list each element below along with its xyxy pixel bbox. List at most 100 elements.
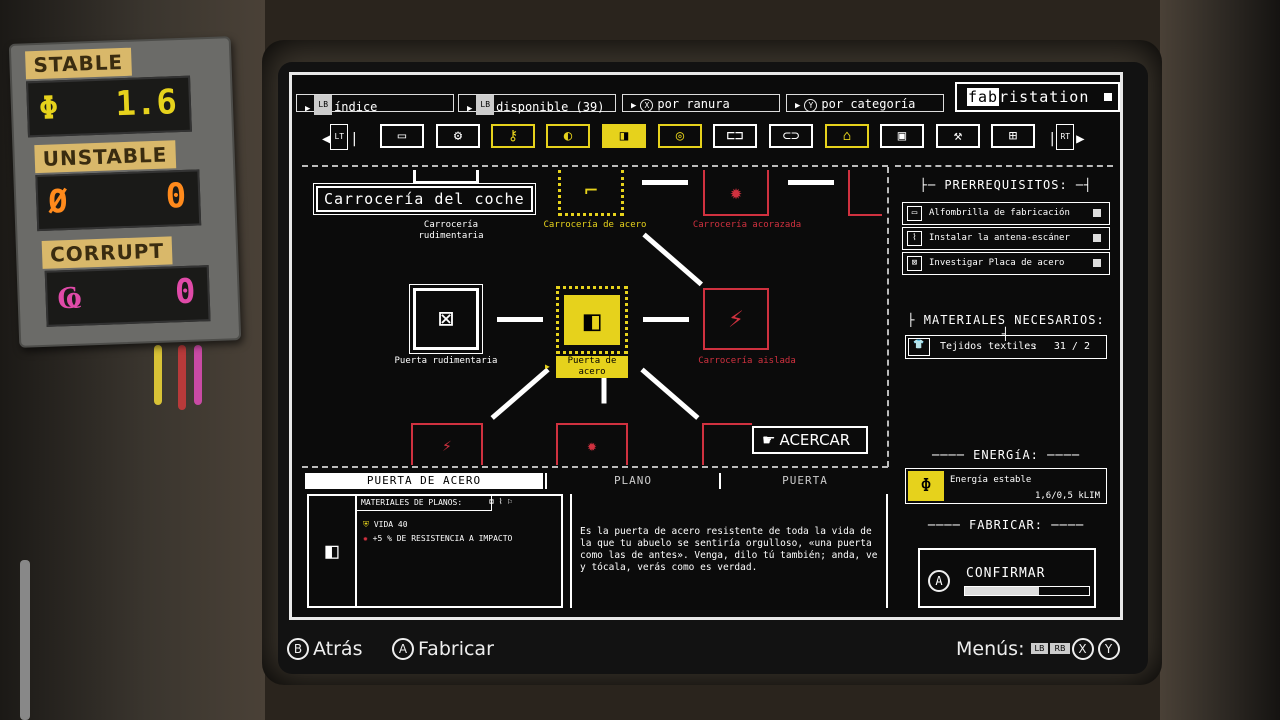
category-battery[interactable]: ▭	[380, 124, 424, 148]
node-label: Puerta rudimentaria	[394, 356, 498, 366]
cable-red	[178, 345, 186, 410]
unstable-display: Ø 0	[35, 169, 202, 232]
node-carroceria-acorazada[interactable]: ✹	[703, 170, 769, 216]
x-button-icon: X	[640, 99, 654, 112]
category-gear[interactable]: ⚙	[436, 124, 480, 148]
node-lower-1[interactable]: ⚡	[411, 423, 483, 465]
material-sep: :	[1032, 341, 1039, 352]
category-tool[interactable]: ⚒	[936, 124, 980, 148]
tree-link	[497, 317, 543, 322]
corrupt-icon: Ҩ	[56, 277, 82, 317]
node-lower-3[interactable]	[702, 423, 752, 465]
checkbox-icon	[1093, 259, 1101, 267]
prereq-item[interactable]: ⊠ Investigar Placa de acero	[902, 252, 1110, 275]
prereq-title: ├─ PRERREQUISITOS: ─┤	[919, 178, 1093, 192]
divider	[887, 167, 889, 467]
gear-icon: ✹	[587, 435, 597, 455]
category-car-side[interactable]: ⊂⊃	[769, 124, 813, 148]
prereq-item[interactable]: ▭ Alfombrilla de fabricación	[902, 202, 1110, 225]
antenna-icon: ⌇	[907, 231, 922, 246]
tree-link	[642, 180, 688, 185]
plate-icon: ⊠	[907, 256, 922, 271]
play-icon: ▶	[305, 104, 311, 114]
category-door[interactable]: ◨	[602, 124, 646, 148]
tab-indice[interactable]: ▶ LB índice	[296, 94, 454, 115]
detail-tab-name[interactable]: PUERTA DE ACERO	[305, 473, 543, 489]
node-label: Carrocería rudimentaria	[418, 220, 484, 241]
gear-icon: ⚙	[453, 128, 463, 144]
door-icon: ◧	[325, 538, 339, 564]
lt-bumper-icon[interactable]: ◀ LT |	[322, 124, 359, 150]
b-button-icon: B	[287, 638, 309, 660]
tab-disponible[interactable]: ▶ LB disponible (39)	[458, 94, 616, 115]
node-carroceria-aislada[interactable]: ⚡	[703, 288, 769, 350]
stat-resistance: ✹ +5 % DE RESISTENCIA A IMPACTO	[363, 534, 513, 543]
checkbox-icon	[1093, 209, 1101, 217]
tab-por-ranura[interactable]: ▶ Xpor ranura	[622, 94, 780, 112]
hint-menus[interactable]: Menús: LB RB X Y	[956, 638, 1124, 660]
hand-icon: ☛	[762, 431, 776, 449]
tab-por-categoria[interactable]: ▶ Ypor categoría	[786, 94, 944, 112]
node-carroceria-rudimentaria[interactable]	[413, 170, 479, 184]
tire-icon: ◎	[675, 128, 685, 144]
stable-value: 1.6	[114, 82, 178, 125]
materials-label: MATERIALES DE PLANOS:	[357, 496, 492, 511]
checkbox-icon	[1093, 234, 1101, 242]
confirm-label: CONFIRMAR	[966, 566, 1046, 581]
category-car-front[interactable]: ⊏⊐	[713, 124, 757, 148]
confirm-button[interactable]: A CONFIRMAR	[918, 548, 1096, 608]
category-car-roof[interactable]: ⌂	[825, 124, 869, 148]
node-offscreen[interactable]	[848, 170, 882, 216]
zoom-label: ACERCAR	[779, 431, 851, 449]
unstable-icon: Ø	[47, 182, 69, 221]
tooltip-category: Carrocería del coche	[313, 183, 536, 215]
cable-grey	[20, 560, 30, 720]
item-description: Es la puerta de acero resistente de toda…	[580, 526, 878, 573]
car-side-icon: ⊂⊃	[782, 128, 800, 144]
a-button-icon: A	[392, 638, 414, 660]
play-icon: ▶	[795, 101, 801, 111]
material-row[interactable]: 👕 Tejidos textiles : 31 / 2	[905, 335, 1107, 359]
insulated-body-icon: ⚡	[728, 304, 744, 334]
energy-row: Φ Energía estable 1,6/0,5 kLIM	[905, 468, 1107, 504]
x-button-icon: X	[1071, 638, 1094, 660]
tree-link	[788, 180, 834, 185]
cable-pink	[194, 345, 202, 405]
divider	[895, 165, 1113, 167]
rt-bumper-icon[interactable]: | RT ▶	[1048, 124, 1085, 150]
stable-energy-icon: Φ	[908, 471, 944, 501]
prereq-item[interactable]: ⌇ Instalar la antena-escáner	[902, 227, 1110, 250]
unstable-tag: UNSTABLE	[34, 140, 176, 174]
hint-back[interactable]: B Atrás	[287, 638, 362, 660]
cable-yellow	[154, 345, 162, 405]
description-box: Es la puerta de acero resistente de toda…	[570, 494, 888, 608]
node-label: Carrocería de acero	[543, 220, 647, 230]
tree-link	[643, 317, 689, 322]
category-tire[interactable]: ◎	[658, 124, 702, 148]
hint-fabricate[interactable]: A Fabricar	[392, 638, 494, 660]
stable-display: Φ 1.6	[26, 75, 192, 138]
node-carroceria-acero[interactable]: ⌐	[558, 170, 624, 216]
category-motor[interactable]: ⊞	[991, 124, 1035, 148]
a-button-icon: A	[928, 570, 950, 592]
node-puerta-acero-selected[interactable]: ◧	[556, 286, 628, 354]
node-label: Carrocería aislada	[698, 356, 796, 366]
category-headlight[interactable]: ◐	[546, 124, 590, 148]
divider	[302, 165, 888, 167]
rb-badge: RB	[1050, 643, 1070, 654]
zoom-button[interactable]: ☛ ACERCAR	[752, 426, 868, 454]
corrupt-tag: CORRUPT	[41, 236, 173, 269]
logo-prefix: fab	[967, 88, 1000, 106]
energy-value: 1,6/0,5 kLIM	[1034, 491, 1100, 501]
node-lower-2[interactable]: ✹	[556, 423, 628, 465]
detail-tab-plano[interactable]: PLANO	[545, 473, 719, 489]
category-engine[interactable]: ▣	[880, 124, 924, 148]
detail-tab-puerta[interactable]: PUERTA	[719, 473, 889, 489]
tab-disponible-label: disponible (39)	[496, 100, 605, 114]
engine-icon: ▣	[897, 128, 907, 144]
node-puerta-rudimentaria[interactable]: ⊠	[409, 284, 483, 354]
lb-badge: LB	[1030, 643, 1049, 654]
y-button-icon: Y	[1097, 638, 1120, 660]
category-key[interactable]: ⚷	[491, 124, 535, 148]
impact-icon: ✹	[363, 534, 368, 543]
